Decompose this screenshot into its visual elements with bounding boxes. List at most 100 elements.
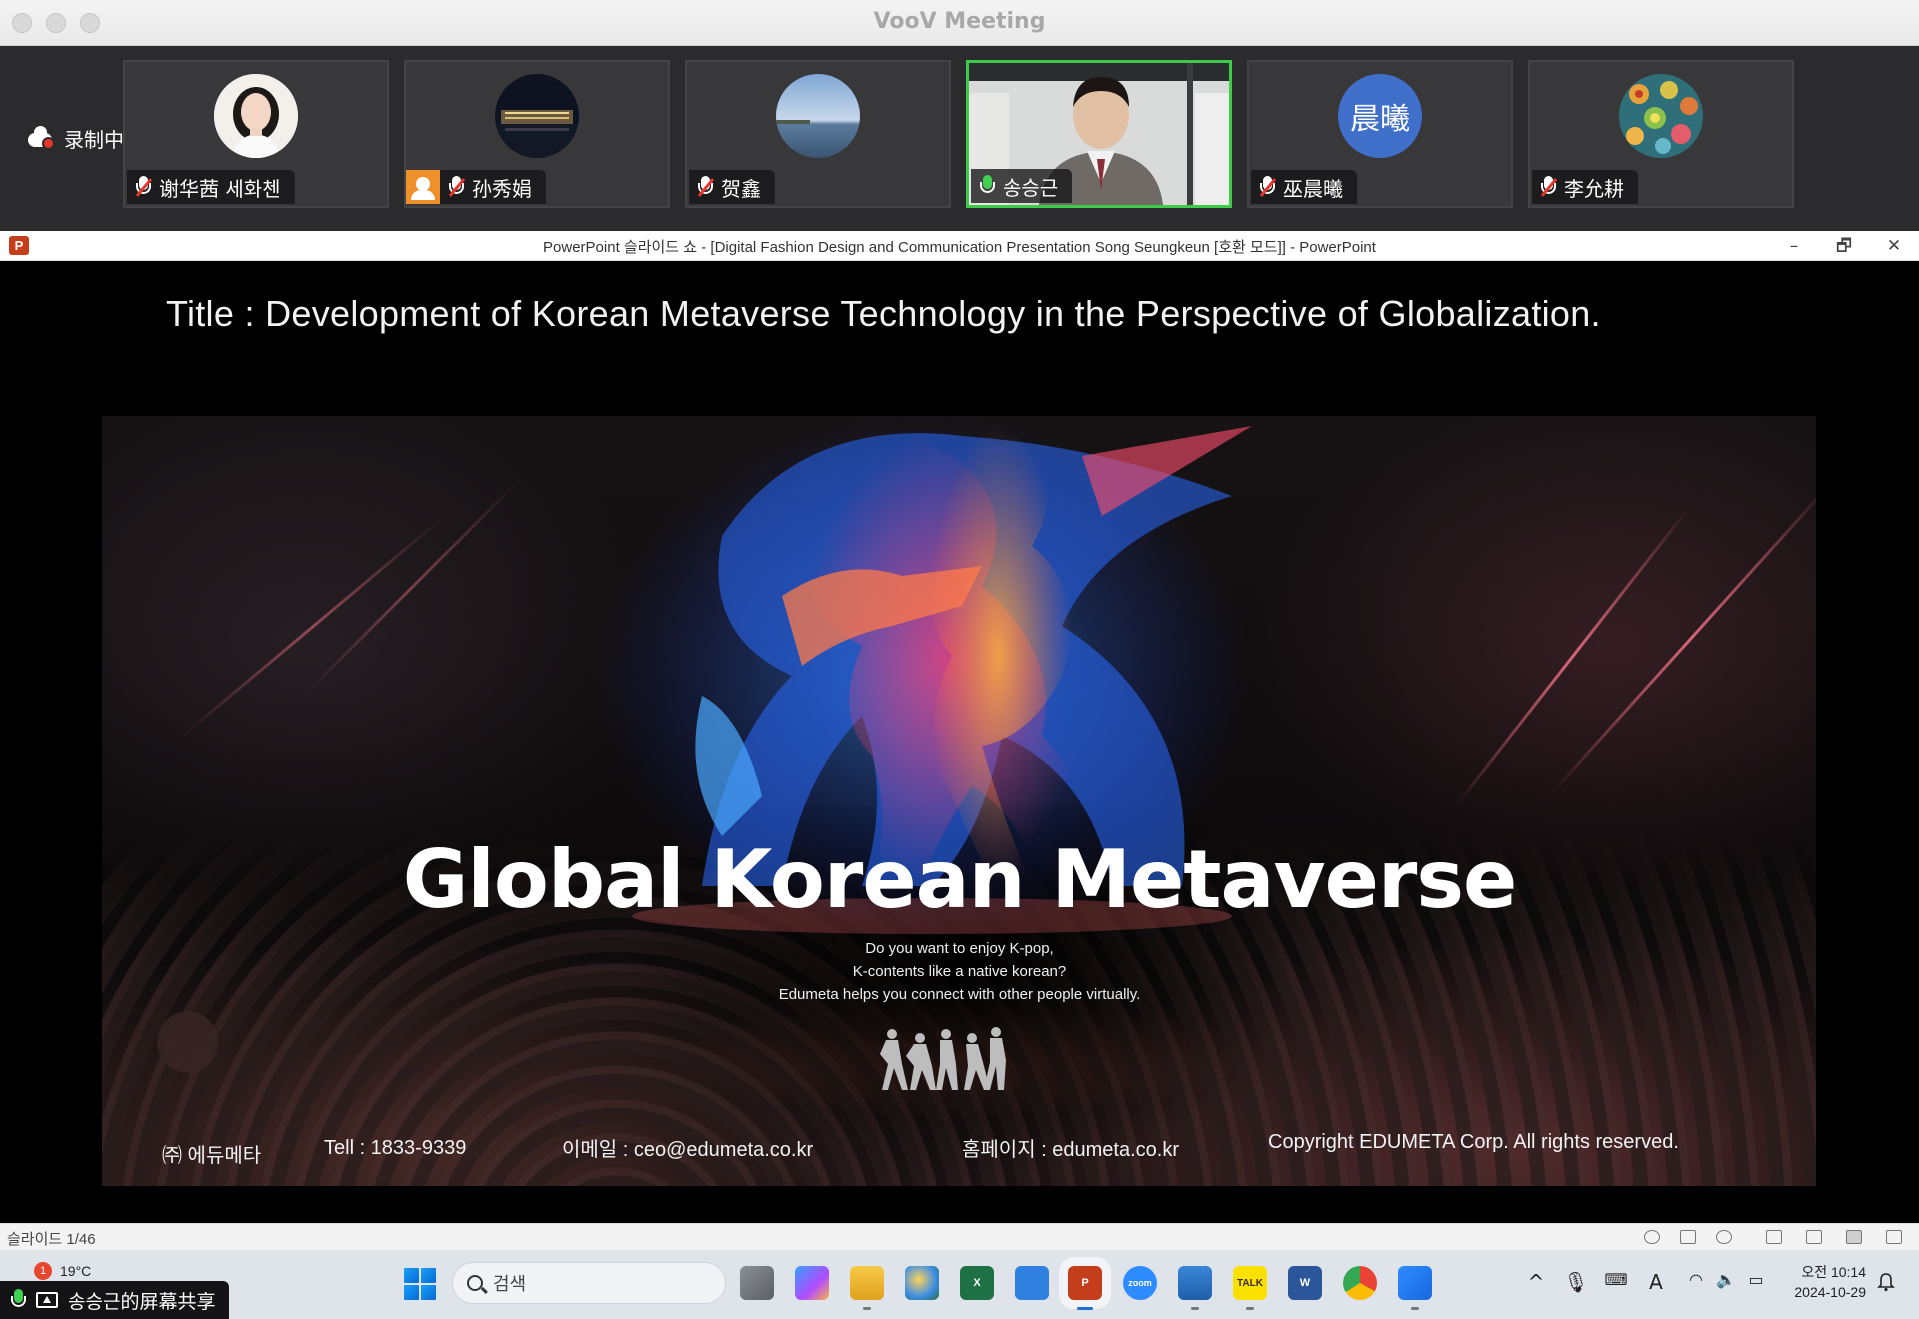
previous-slide-icon[interactable] <box>1644 1230 1660 1244</box>
weather-alert-badge: 1 <box>34 1262 52 1280</box>
start-button[interactable] <box>404 1268 436 1300</box>
avatar <box>495 74 579 158</box>
recording-indicator[interactable]: 录制中 <box>28 124 124 153</box>
copilot-icon[interactable] <box>795 1266 829 1300</box>
participant-name: 孙秀娟 <box>472 176 532 201</box>
powerpoint-status-bar: 슬라이드 1/46 <box>0 1223 1919 1250</box>
host-icon <box>406 170 440 204</box>
taskbar-clock[interactable]: 오전 10:14 2024-10-29 <box>1782 1262 1866 1302</box>
participant-name-bar: 巫晨曦 <box>1251 170 1357 204</box>
word-icon[interactable]: W <box>1288 1266 1322 1300</box>
slide-headline: Global Korean Metaverse <box>402 833 1517 926</box>
wifi-icon[interactable]: ◠ <box>1682 1270 1710 1289</box>
participant-name-bar: 贺鑫 <box>689 170 775 204</box>
participant-tile[interactable]: 谢华茜 세화첸 <box>123 60 389 208</box>
tagline-line: Do you want to enjoy K-pop, <box>865 940 1054 957</box>
notepad-icon[interactable] <box>1178 1266 1212 1310</box>
restore-button[interactable]: 🗗 <box>1824 233 1864 259</box>
mic-on-icon <box>10 1288 26 1312</box>
search-icon <box>467 1275 483 1291</box>
mic-muted-icon <box>135 175 153 199</box>
show-hidden-icons-chevron-icon[interactable]: ^ <box>1522 1270 1550 1294</box>
powerpoint-titlebar: P PowerPoint 슬라이드 쇼 - [Digital Fashion D… <box>0 231 1919 261</box>
tagline-line: Edumeta helps you connect with other peo… <box>778 986 1141 1003</box>
mic-muted-icon <box>1540 175 1558 199</box>
participant-tile[interactable]: 孙秀娟 <box>404 60 670 208</box>
screen-share-indicator[interactable]: 송승근的屏幕共享 <box>0 1281 230 1319</box>
participant-strip: 录制中 谢华茜 세화첸 孙秀娟 贺鑫 송승근 晨曦 巫晨曦 李允耕 <box>0 46 1919 231</box>
powerpoint-icon[interactable]: P <box>1059 1257 1111 1310</box>
microphone-icon[interactable]: 🎙 <box>1562 1270 1590 1294</box>
powerpoint-window-title: PowerPoint 슬라이드 쇼 - [Digital Fashion Des… <box>543 239 1376 256</box>
slide-title: Title : Development of Korean Metaverse … <box>166 293 1601 334</box>
clock-time: 오전 10:14 <box>1801 1264 1866 1280</box>
clock-date: 2024-10-29 <box>1794 1284 1866 1300</box>
search-placeholder: 검색 <box>493 1274 527 1295</box>
tagline-line: K-contents like a native korean? <box>852 963 1067 980</box>
screen-share-label: 송승근的屏幕共享 <box>68 1290 216 1313</box>
recording-label: 录制中 <box>64 128 124 152</box>
participant-tile-active[interactable]: 송승근 <box>966 60 1232 208</box>
participant-name: 谢华茜 세화첸 <box>159 176 281 201</box>
slide-canvas[interactable]: Title : Development of Korean Metaverse … <box>0 261 1919 1223</box>
dancers-logo-icon <box>880 1027 1006 1090</box>
keyboard-icon[interactable]: ⌨ <box>1602 1270 1630 1289</box>
slide-sorter-icon[interactable] <box>1806 1230 1822 1244</box>
volume-icon[interactable]: 🔈 <box>1712 1270 1740 1289</box>
mic-muted-icon <box>1259 175 1277 199</box>
file-explorer-icon[interactable] <box>850 1266 884 1310</box>
app-title: VooV Meeting <box>873 9 1046 34</box>
participant-name: 송승근 <box>1003 175 1059 200</box>
participant-tile[interactable]: 晨曦 巫晨曦 <box>1247 60 1513 208</box>
voov-meeting-icon[interactable] <box>1398 1266 1432 1310</box>
slide-counter: 슬라이드 1/46 <box>7 1231 96 1248</box>
footer-email: 이메일 : ceo@edumeta.co.kr <box>562 1139 814 1161</box>
taskbar-search[interactable]: 검색 <box>452 1262 726 1304</box>
avatar <box>214 74 298 158</box>
excel-icon[interactable]: X <box>960 1266 994 1300</box>
slideshow-icon[interactable] <box>1886 1230 1902 1244</box>
footer-homepage: 홈페이지 : edumeta.co.kr <box>962 1139 1179 1161</box>
notification-bell-icon[interactable] <box>1876 1272 1896 1292</box>
avatar-initials: 晨曦 <box>1350 102 1410 137</box>
bandizip-icon[interactable] <box>1015 1266 1049 1300</box>
participant-tile[interactable]: 李允耕 <box>1528 60 1794 208</box>
windows-taskbar: 1 19°C 송승근的屏幕共享 검색 X P zoom TALK W ^ 🎙 ⌨… <box>0 1250 1919 1319</box>
slide-tagline: Do you want to enjoy K-pop, K-contents l… <box>0 937 1919 1006</box>
footer-company: ㈜ 에듀메타 <box>162 1145 262 1167</box>
footer-tel: Tell : 1833-9339 <box>324 1137 467 1159</box>
mic-muted-icon <box>448 175 466 199</box>
cloud-record-icon <box>28 125 58 150</box>
weather-widget[interactable]: 1 19°C <box>34 1262 91 1280</box>
participant-tile[interactable]: 贺鑫 <box>685 60 951 208</box>
avatar <box>1619 74 1703 158</box>
reading-view-icon[interactable] <box>1846 1230 1862 1244</box>
participant-name: 巫晨曦 <box>1283 176 1343 201</box>
mic-on-icon <box>979 174 995 198</box>
footer-copyright: Copyright EDUMETA Corp. All rights reser… <box>1268 1131 1679 1153</box>
avatar <box>776 74 860 158</box>
normal-view-icon[interactable] <box>1766 1230 1782 1244</box>
participant-name: 贺鑫 <box>721 176 761 201</box>
avatar: 晨曦 <box>1338 74 1422 158</box>
participant-name: 李允耕 <box>1564 176 1624 201</box>
input-method-indicator[interactable]: A <box>1642 1270 1670 1294</box>
task-view-icon[interactable] <box>740 1266 774 1300</box>
concert-background-image <box>102 416 1816 1186</box>
kakaotalk-icon[interactable]: TALK <box>1233 1266 1267 1310</box>
participant-name-bar: 송승근 <box>971 169 1073 203</box>
paint-icon[interactable] <box>905 1266 939 1300</box>
notes-icon[interactable] <box>1680 1230 1696 1244</box>
screen-share-icon <box>36 1292 58 1308</box>
participant-name-bar: 孙秀娟 <box>406 170 546 204</box>
weather-temp: 19°C <box>60 1263 92 1279</box>
window-titlebar: VooV Meeting <box>0 0 1919 46</box>
next-slide-icon[interactable] <box>1716 1230 1732 1244</box>
chrome-icon[interactable] <box>1343 1266 1377 1300</box>
minimize-button[interactable]: – <box>1774 233 1814 259</box>
close-button[interactable]: ✕ <box>1874 233 1914 259</box>
mic-muted-icon <box>697 175 715 199</box>
zoom-icon[interactable]: zoom <box>1123 1266 1157 1300</box>
battery-icon[interactable]: ▭ <box>1742 1270 1770 1289</box>
participant-name-bar: 李允耕 <box>1532 170 1638 204</box>
